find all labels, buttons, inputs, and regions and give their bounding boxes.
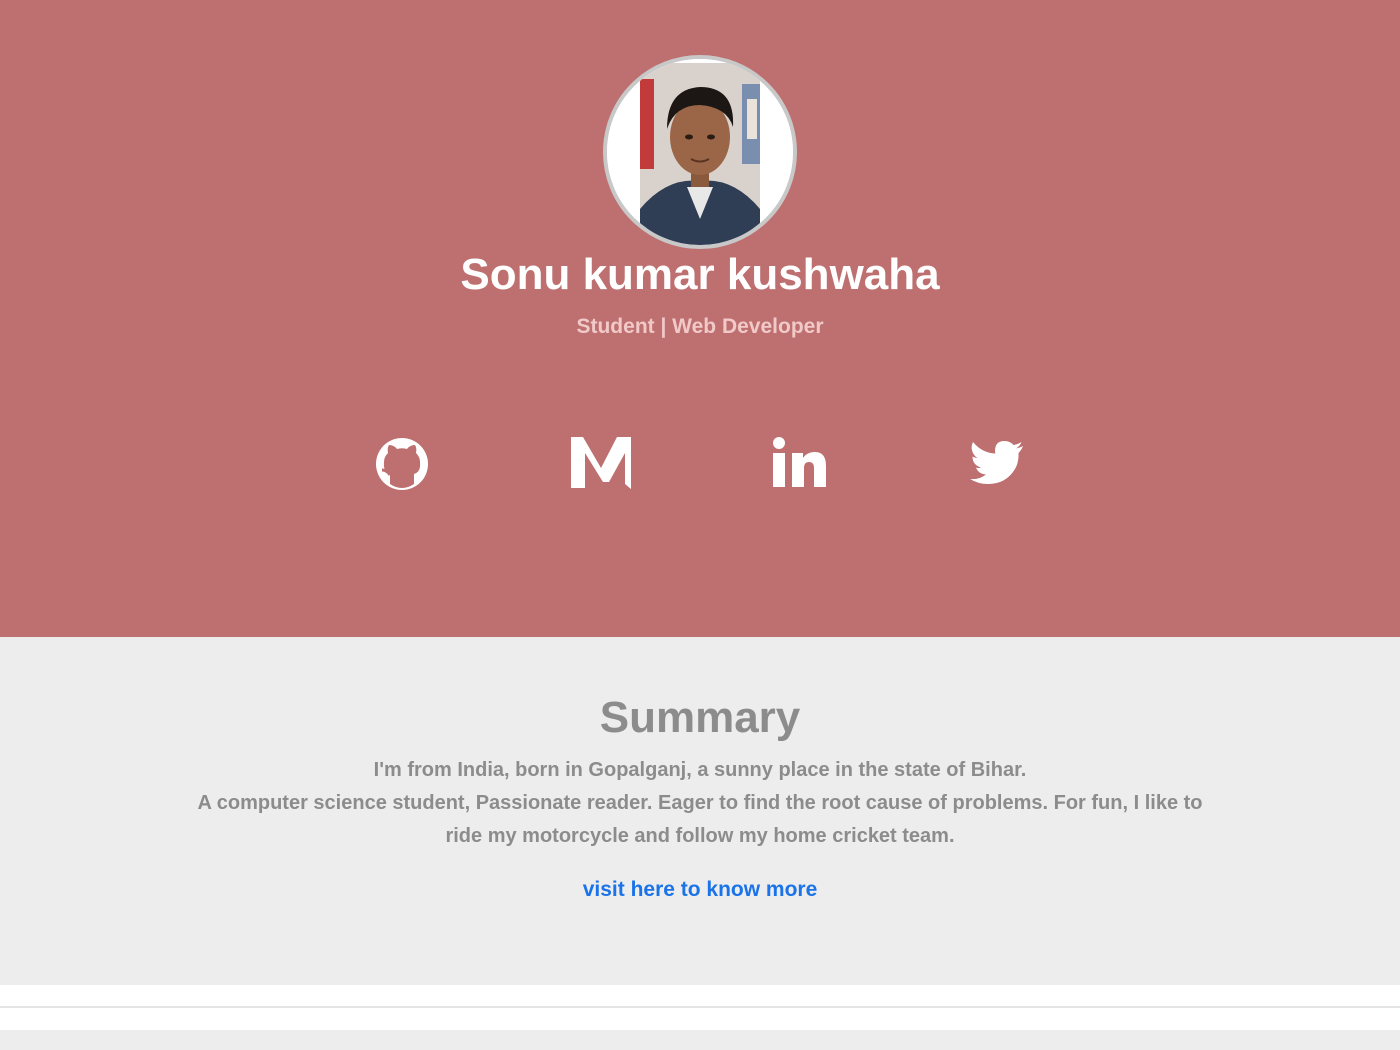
profile-role: Student | Web Developer xyxy=(576,315,824,338)
profile-header: Sonu kumar kushwaha Student | Web Develo… xyxy=(0,0,1400,637)
know-more-link[interactable]: visit here to know more xyxy=(0,876,1400,904)
linkedin-icon xyxy=(773,437,826,487)
twitter-icon xyxy=(970,441,1023,484)
summary-line-about: A computer science student, Passionate r… xyxy=(197,792,1203,847)
twitter-link[interactable] xyxy=(965,432,1029,496)
profile-name: Sonu kumar kushwaha xyxy=(460,250,940,299)
github-link[interactable] xyxy=(370,432,434,496)
profile-photo xyxy=(607,59,793,245)
summary-title: Summary xyxy=(599,693,801,742)
medium-link[interactable] xyxy=(568,432,632,496)
footer-divider xyxy=(0,1006,1400,1008)
summary-text: I'm from India, born in Gopalganj, a sun… xyxy=(180,754,1220,853)
avatar xyxy=(603,55,797,249)
medium-icon xyxy=(571,437,631,489)
footer xyxy=(0,985,1400,1030)
summary-line-origin: I'm from India, born in Gopalganj, a sun… xyxy=(373,759,1027,781)
linkedin-link[interactable] xyxy=(768,432,832,496)
github-icon xyxy=(376,438,428,490)
